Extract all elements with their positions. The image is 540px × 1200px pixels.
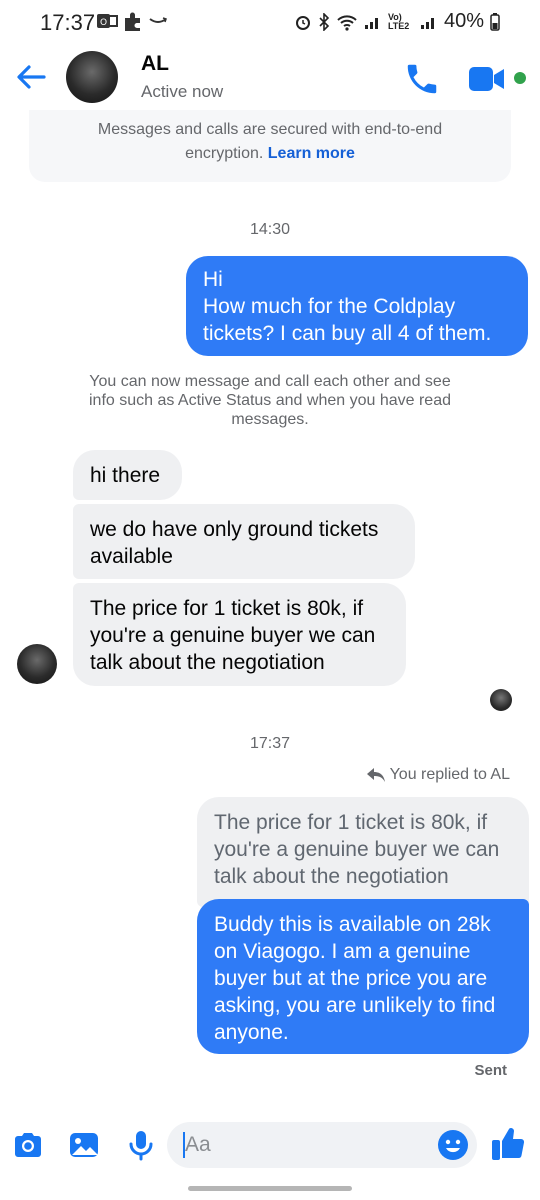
phone-icon — [407, 64, 437, 94]
arrow-left-icon — [17, 65, 46, 89]
network-label: Vo) LTE2 — [387, 11, 410, 31]
quoted-line: talk about the negotiation — [214, 865, 449, 888]
message-line: anyone. — [214, 1021, 289, 1044]
contact-name[interactable]: AL — [141, 52, 169, 76]
svg-text:O: O — [100, 18, 107, 28]
thumbs-up-icon — [492, 1127, 525, 1160]
camera-button[interactable] — [11, 1128, 45, 1162]
message-line: we do have only ground tickets — [90, 518, 379, 541]
sent-status: Sent — [474, 1062, 507, 1079]
timestamp: 14:30 — [249, 221, 291, 238]
emoji-button[interactable] — [437, 1129, 469, 1161]
gesture-nav-bar[interactable] — [188, 1186, 352, 1191]
incoming-message[interactable]: we do have only ground tickets available — [73, 504, 415, 579]
message-composer: Aa — [0, 1110, 540, 1180]
system-message: You can now message and call each other … — [60, 372, 480, 429]
message-line: hi there — [90, 464, 161, 487]
reply-indicator: You replied to AL — [366, 766, 510, 784]
system-message-line: info such as Active Status and when you … — [88, 392, 451, 409]
seen-indicator-avatar — [490, 689, 512, 711]
avatar — [17, 644, 57, 684]
video-active-dot — [514, 72, 526, 84]
message-input[interactable]: Aa — [167, 1122, 477, 1168]
system-message-line: messages. — [231, 411, 309, 428]
wifi-icon — [336, 13, 358, 31]
audio-call-button[interactable] — [403, 60, 441, 98]
encryption-text-line2: encryption. — [185, 145, 264, 162]
learn-more-link[interactable]: Learn more — [268, 145, 355, 162]
message-line: available — [90, 545, 173, 568]
status-bar: 17:37 O Vo) LTE2 40% — [0, 0, 540, 46]
outgoing-message[interactable]: Hi How much for the Coldplay tickets? I … — [186, 256, 528, 356]
reply-indicator-text: You replied to AL — [389, 766, 510, 783]
image-icon — [70, 1133, 98, 1157]
encryption-notice: Messages and calls are secured with end-… — [29, 110, 511, 182]
like-button[interactable] — [490, 1124, 526, 1162]
battery-icon — [490, 12, 500, 31]
video-camera-icon — [469, 67, 504, 91]
status-right: Vo) LTE2 40% — [294, 10, 500, 33]
quoted-line: you're a genuine buyer we can — [214, 838, 500, 861]
notification-icons: O — [96, 10, 168, 37]
active-status-dot — [17, 684, 31, 698]
back-button[interactable] — [14, 60, 48, 94]
amazon-icon — [148, 14, 168, 33]
battery-percent: 40% — [443, 10, 484, 32]
message-line: asking, you are unlikely to find — [214, 994, 496, 1017]
signal-icon-2 — [420, 14, 438, 30]
message-line: tickets? I can buy all 4 of them. — [203, 322, 492, 345]
avatar — [66, 51, 118, 103]
alarm-icon — [294, 13, 312, 31]
video-call-button[interactable] — [467, 62, 507, 96]
camera-icon — [15, 1133, 41, 1157]
conversation-header: AL Active now — [0, 46, 540, 110]
message-line: How much for the Coldplay — [203, 295, 456, 318]
system-message-line: You can now message and call each other … — [89, 373, 451, 390]
quoted-line: The price for 1 ticket is 80k, if — [214, 811, 488, 834]
incoming-message[interactable]: The price for 1 ticket is 80k, if you're… — [73, 583, 406, 686]
smiley-icon — [438, 1130, 468, 1160]
timestamp: 17:37 — [249, 735, 291, 752]
reply-arrow-icon — [366, 768, 385, 782]
signal-icon — [364, 14, 382, 30]
voice-button[interactable] — [124, 1128, 158, 1162]
outlook-icon: O — [96, 11, 118, 36]
encryption-text-line1: Messages and calls are secured with end-… — [97, 121, 443, 138]
outgoing-message[interactable]: Buddy this is available on 28k on Viagog… — [197, 899, 529, 1054]
incoming-message[interactable]: hi there — [73, 450, 182, 500]
message-line: The price for 1 ticket is 80k, if — [90, 597, 364, 620]
message-line: on Viagogo. I am a genuine — [214, 940, 471, 963]
message-line: Buddy this is available on 28k — [214, 913, 491, 936]
message-line: talk about the negotiation — [90, 651, 325, 674]
bluetooth-icon — [318, 12, 330, 31]
message-line: buyer but at the price you are — [214, 967, 488, 990]
quoted-message[interactable]: The price for 1 ticket is 80k, if you're… — [197, 797, 529, 907]
gallery-button[interactable] — [67, 1128, 101, 1162]
puzzle-icon — [122, 10, 144, 37]
message-line: you're a genuine buyer we can — [90, 624, 376, 647]
sender-avatar[interactable] — [17, 644, 59, 686]
message-line: Hi — [203, 268, 223, 291]
message-input-placeholder: Aa — [185, 1133, 211, 1156]
contact-avatar[interactable] — [66, 51, 122, 107]
contact-status: Active now — [141, 82, 224, 101]
microphone-icon — [129, 1131, 153, 1161]
status-time: 17:37 — [40, 10, 96, 35]
